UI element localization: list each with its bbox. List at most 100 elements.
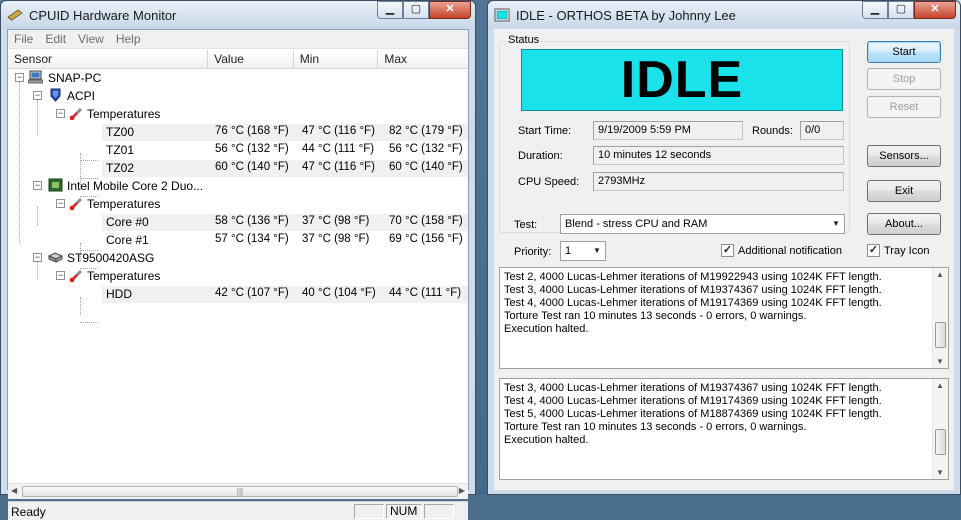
- sensor-max: 82 °C (179 °F): [389, 125, 463, 137]
- computer-icon: [28, 70, 43, 84]
- reset-button[interactable]: Reset: [867, 96, 941, 118]
- tree-node-category[interactable]: − Temperatures: [8, 267, 468, 285]
- tree-label: Temperatures: [87, 269, 161, 283]
- sensor-max: 70 °C (158 °F): [389, 215, 463, 227]
- start-time-label: Start Time:: [518, 125, 572, 137]
- table-row[interactable]: TZ00 76 °C (168 °F) 47 °C (116 °F) 82 °C…: [8, 123, 468, 141]
- tree-node-device[interactable]: − Intel Mobile Core 2 Duo...: [8, 177, 468, 195]
- scroll-down-icon[interactable]: ▼: [936, 357, 944, 366]
- minimize-button[interactable]: ▁: [377, 1, 403, 19]
- exit-button[interactable]: Exit: [867, 180, 941, 202]
- log-line: Torture Test ran 10 minutes 13 seconds -…: [504, 310, 807, 322]
- close-button[interactable]: ✕: [914, 1, 956, 19]
- minimize-button[interactable]: ▁: [862, 1, 888, 19]
- collapse-toggle[interactable]: −: [15, 73, 24, 82]
- tree-node-device[interactable]: − ST9500420ASG: [8, 249, 468, 267]
- collapse-toggle[interactable]: −: [33, 91, 42, 100]
- rounds-label: Rounds:: [752, 125, 793, 137]
- chevron-down-icon[interactable]: ▼: [589, 242, 605, 260]
- collapse-toggle[interactable]: −: [33, 253, 42, 262]
- chevron-down-icon[interactable]: ▼: [828, 215, 844, 233]
- menu-edit[interactable]: Edit: [39, 32, 72, 46]
- start-button[interactable]: Start: [867, 41, 941, 63]
- status-pane: [424, 504, 454, 519]
- vertical-scrollbar[interactable]: ▲ ▼: [932, 268, 948, 368]
- sensor-name: TZ01: [106, 143, 135, 157]
- menu-file[interactable]: File: [8, 32, 39, 46]
- tree-label: ACPI: [67, 89, 96, 103]
- tree-node-category[interactable]: − Temperatures: [8, 195, 468, 213]
- log-line: Test 3, 4000 Lucas-Lehmer iterations of …: [504, 382, 882, 394]
- scroll-up-icon[interactable]: ▲: [936, 270, 944, 279]
- tree-node-computer[interactable]: − SNAP-PC: [8, 69, 468, 87]
- about-button[interactable]: About...: [867, 213, 941, 235]
- sensor-max: 60 °C (140 °F): [389, 161, 463, 173]
- stop-button[interactable]: Stop: [867, 68, 941, 90]
- table-row[interactable]: TZ01 56 °C (132 °F) 44 °C (111 °F) 56 °C…: [8, 141, 468, 159]
- horizontal-scrollbar[interactable]: ◀ ||| ▶: [8, 483, 468, 499]
- column-value[interactable]: Value: [208, 50, 294, 68]
- scroll-thumb[interactable]: |||: [22, 486, 458, 497]
- sensor-max: 44 °C (111 °F): [389, 287, 462, 299]
- tree-node-device[interactable]: − ACPI: [8, 87, 468, 105]
- checkmark-icon[interactable]: ✓: [867, 244, 880, 257]
- hwmon-titlebar[interactable]: CPUID Hardware Monitor ▁ ▢ ✕: [1, 1, 475, 29]
- scroll-thumb[interactable]: [935, 322, 946, 348]
- log-pane-1[interactable]: Test 2, 4000 Lucas-Lehmer iterations of …: [499, 267, 949, 369]
- scroll-left-icon[interactable]: ◀: [11, 486, 17, 495]
- tray-icon-checkbox[interactable]: ✓ Tray Icon: [867, 244, 929, 257]
- additional-notification-checkbox[interactable]: ✓ Additional notification: [721, 244, 842, 257]
- status-group-label: Status: [506, 34, 542, 46]
- column-header: Sensor Value Min Max: [8, 50, 468, 69]
- window-title: IDLE - ORTHOS BETA by Johnny Lee: [516, 7, 736, 23]
- sensors-button[interactable]: Sensors...: [867, 145, 941, 167]
- sensor-value: 58 °C (136 °F): [215, 215, 289, 227]
- log-pane-2[interactable]: Test 3, 4000 Lucas-Lehmer iterations of …: [499, 378, 949, 480]
- maximize-button[interactable]: ▢: [888, 1, 914, 19]
- hard-drive-icon: [48, 252, 63, 263]
- collapse-toggle[interactable]: −: [56, 199, 65, 208]
- test-select[interactable]: Blend - stress CPU and RAM ▼: [560, 214, 845, 234]
- collapse-toggle[interactable]: −: [33, 181, 42, 190]
- table-row[interactable]: HDD 42 °C (107 °F) 40 °C (104 °F) 44 °C …: [8, 285, 468, 303]
- status-num: NUM: [386, 504, 422, 519]
- log-line: Test 4, 4000 Lucas-Lehmer iterations of …: [504, 395, 882, 407]
- duration-field: 10 minutes 12 seconds: [593, 146, 844, 165]
- sensor-min: 37 °C (98 °F): [302, 215, 370, 227]
- column-sensor[interactable]: Sensor: [8, 50, 209, 68]
- close-button[interactable]: ✕: [429, 1, 471, 19]
- status-bar: Ready NUM: [8, 501, 468, 520]
- menu-help[interactable]: Help: [110, 32, 147, 46]
- scroll-up-icon[interactable]: ▲: [936, 381, 944, 390]
- thermometer-icon: [69, 269, 83, 282]
- scroll-thumb[interactable]: [935, 429, 946, 455]
- column-min[interactable]: Min: [294, 50, 379, 68]
- collapse-toggle[interactable]: −: [56, 271, 65, 280]
- sensor-name: TZ02: [106, 161, 135, 175]
- priority-select[interactable]: 1 ▼: [560, 241, 606, 261]
- status-text: Ready: [11, 505, 46, 519]
- tree-node-category[interactable]: − Temperatures: [8, 105, 468, 123]
- collapse-toggle[interactable]: −: [56, 109, 65, 118]
- table-row[interactable]: Core #0 58 °C (136 °F) 37 °C (98 °F) 70 …: [8, 213, 468, 231]
- vertical-scrollbar[interactable]: ▲ ▼: [932, 379, 948, 479]
- column-max[interactable]: Max: [378, 50, 468, 68]
- sensor-min: 37 °C (98 °F): [302, 233, 370, 245]
- rounds-field: 0/0: [800, 121, 844, 140]
- window-title: CPUID Hardware Monitor: [29, 7, 177, 23]
- sensor-value: 57 °C (134 °F): [215, 233, 289, 245]
- tree-label: Intel Mobile Core 2 Duo...: [67, 179, 204, 193]
- duration-label: Duration:: [518, 150, 563, 162]
- scroll-down-icon[interactable]: ▼: [936, 468, 944, 477]
- test-select-value: Blend - stress CPU and RAM: [565, 218, 708, 230]
- orthos-titlebar[interactable]: IDLE - ORTHOS BETA by Johnny Lee ▁ ▢ ✕: [488, 1, 960, 29]
- log-line: Execution halted.: [504, 323, 589, 335]
- checkmark-icon[interactable]: ✓: [721, 244, 734, 257]
- sensor-min: 44 °C (111 °F): [302, 143, 375, 155]
- maximize-button[interactable]: ▢: [403, 1, 429, 19]
- table-row[interactable]: TZ02 60 °C (140 °F) 47 °C (116 °F) 60 °C…: [8, 159, 468, 177]
- thermometer-icon: [69, 107, 83, 120]
- menu-view[interactable]: View: [72, 32, 110, 46]
- table-row[interactable]: Core #1 57 °C (134 °F) 37 °C (98 °F) 69 …: [8, 231, 468, 249]
- scroll-right-icon[interactable]: ▶: [459, 486, 465, 495]
